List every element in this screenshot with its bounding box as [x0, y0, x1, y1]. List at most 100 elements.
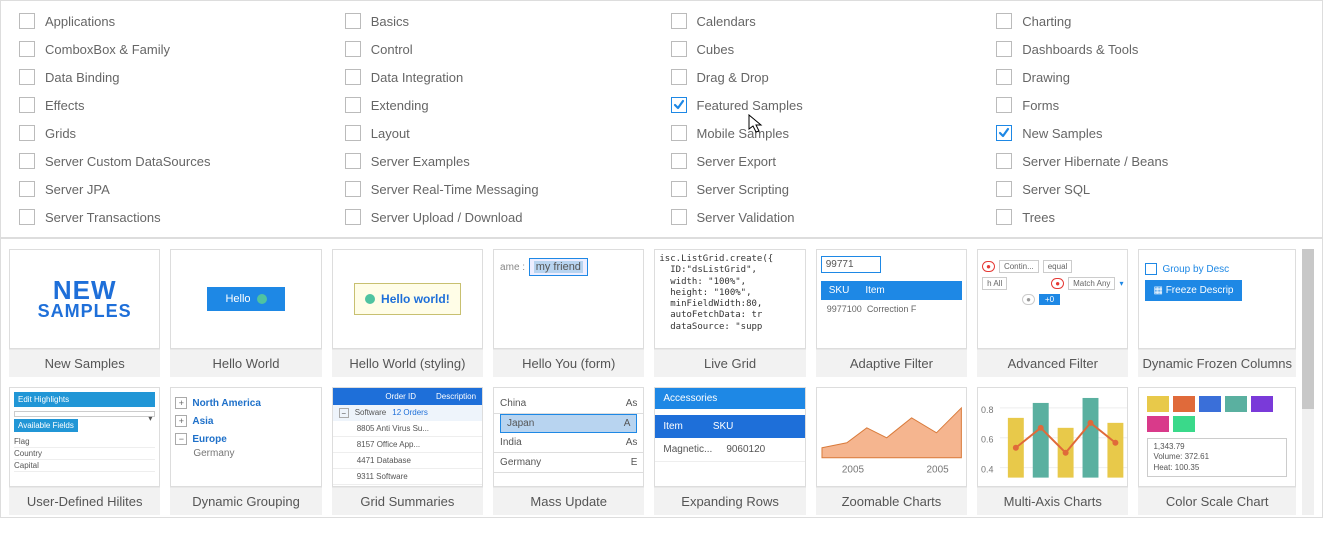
checkbox[interactable]: [19, 125, 35, 141]
category-label[interactable]: Calendars: [697, 14, 756, 29]
category-item[interactable]: Forms: [996, 97, 1312, 113]
checkbox[interactable]: [671, 125, 687, 141]
checkbox[interactable]: [345, 13, 361, 29]
tile-grid-summaries[interactable]: Order IDDescription −Software12 Orders 8…: [332, 387, 483, 515]
category-label[interactable]: Data Binding: [45, 70, 119, 85]
category-item[interactable]: Drag & Drop: [671, 69, 987, 85]
checkbox[interactable]: [996, 153, 1012, 169]
category-item[interactable]: Server Real-Time Messaging: [345, 181, 661, 197]
checkbox[interactable]: [671, 153, 687, 169]
category-label[interactable]: ComboxBox & Family: [45, 42, 170, 57]
tile-hello-you-form[interactable]: ame : my friend Hello You (form): [493, 249, 644, 377]
category-label[interactable]: Layout: [371, 126, 410, 141]
category-label[interactable]: Server Export: [697, 154, 776, 169]
category-label[interactable]: New Samples: [1022, 126, 1102, 141]
category-label[interactable]: Control: [371, 42, 413, 57]
scrollbar-thumb[interactable]: [1302, 249, 1314, 409]
checkbox[interactable]: [996, 69, 1012, 85]
tile-hello-world-styling[interactable]: Hello world! Hello World (styling): [332, 249, 483, 377]
category-label[interactable]: Drag & Drop: [697, 70, 769, 85]
category-item[interactable]: Server JPA: [19, 181, 335, 197]
category-item[interactable]: Charting: [996, 13, 1312, 29]
category-item[interactable]: Drawing: [996, 69, 1312, 85]
tile-expanding-rows[interactable]: Accessories ItemSKU Magnetic...9060120 E…: [654, 387, 805, 515]
checkbox[interactable]: [19, 153, 35, 169]
category-label[interactable]: Mobile Samples: [697, 126, 790, 141]
checkbox[interactable]: [996, 125, 1012, 141]
category-label[interactable]: Server Scripting: [697, 182, 789, 197]
category-item[interactable]: Server Validation: [671, 209, 987, 225]
category-label[interactable]: Server Custom DataSources: [45, 154, 210, 169]
category-item[interactable]: Cubes: [671, 41, 987, 57]
tile-mass-update[interactable]: ChinaAs JapanA IndiaAs GermanyE Mass Upd…: [493, 387, 644, 515]
category-label[interactable]: Server Upload / Download: [371, 210, 523, 225]
category-label[interactable]: Server Examples: [371, 154, 470, 169]
category-item[interactable]: Calendars: [671, 13, 987, 29]
category-item[interactable]: Server Hibernate / Beans: [996, 153, 1312, 169]
category-item[interactable]: Server Examples: [345, 153, 661, 169]
checkbox[interactable]: [345, 181, 361, 197]
tile-color-scale-chart[interactable]: 1,343.79 Volume: 372.61 Heat: 100.35 Col…: [1138, 387, 1296, 515]
checkbox[interactable]: [345, 125, 361, 141]
checkbox[interactable]: [345, 41, 361, 57]
category-item[interactable]: Server Custom DataSources: [19, 153, 335, 169]
checkbox[interactable]: [996, 97, 1012, 113]
checkbox[interactable]: [671, 209, 687, 225]
checkbox[interactable]: [671, 97, 687, 113]
tile-dynamic-frozen-columns[interactable]: Group by Desc ▦ Freeze Descrip Dynamic F…: [1138, 249, 1296, 377]
category-label[interactable]: Featured Samples: [697, 98, 803, 113]
tile-advanced-filter[interactable]: ●Contin...equal h All●Match Any▾ ●+0 Adv…: [977, 249, 1128, 377]
tile-zoomable-charts[interactable]: 2005 2005 Zoomable Charts: [816, 387, 967, 515]
category-item[interactable]: Effects: [19, 97, 335, 113]
category-label[interactable]: Data Integration: [371, 70, 464, 85]
checkbox[interactable]: [19, 69, 35, 85]
category-item[interactable]: Basics: [345, 13, 661, 29]
checkbox[interactable]: [996, 13, 1012, 29]
tile-multi-axis-charts[interactable]: 0.8 0.6 0.4: [977, 387, 1128, 515]
category-label[interactable]: Server Hibernate / Beans: [1022, 154, 1168, 169]
checkbox[interactable]: [19, 97, 35, 113]
category-item[interactable]: Control: [345, 41, 661, 57]
category-item[interactable]: New Samples: [996, 125, 1312, 141]
checkbox[interactable]: [345, 209, 361, 225]
tile-user-defined-hilites[interactable]: Edit Highlights ▾ Available Fields Flag …: [9, 387, 160, 515]
category-item[interactable]: Data Binding: [19, 69, 335, 85]
category-item[interactable]: Data Integration: [345, 69, 661, 85]
tile-hello-world[interactable]: Hello Hello World: [170, 249, 321, 377]
checkbox[interactable]: [19, 13, 35, 29]
tile-new-samples[interactable]: NEW SAMPLES New Samples: [9, 249, 160, 377]
category-label[interactable]: Extending: [371, 98, 429, 113]
category-item[interactable]: Server Scripting: [671, 181, 987, 197]
category-item[interactable]: Server Upload / Download: [345, 209, 661, 225]
category-label[interactable]: Charting: [1022, 14, 1071, 29]
category-label[interactable]: Server Validation: [697, 210, 795, 225]
tile-dynamic-grouping[interactable]: +North America +Asia −Europe Germany Dyn…: [170, 387, 321, 515]
checkbox[interactable]: [996, 181, 1012, 197]
category-item[interactable]: Extending: [345, 97, 661, 113]
category-label[interactable]: Effects: [45, 98, 85, 113]
category-item[interactable]: Mobile Samples: [671, 125, 987, 141]
checkbox[interactable]: [345, 97, 361, 113]
checkbox[interactable]: [996, 209, 1012, 225]
checkbox[interactable]: [345, 69, 361, 85]
checkbox[interactable]: [671, 13, 687, 29]
category-label[interactable]: Forms: [1022, 98, 1059, 113]
checkbox[interactable]: [19, 209, 35, 225]
checkbox[interactable]: [345, 153, 361, 169]
tile-live-grid[interactable]: isc.ListGrid.create({ ID:"dsListGrid", w…: [654, 249, 805, 377]
category-label[interactable]: Server JPA: [45, 182, 110, 197]
category-item[interactable]: Server SQL: [996, 181, 1312, 197]
category-label[interactable]: Server Transactions: [45, 210, 161, 225]
category-label[interactable]: Dashboards & Tools: [1022, 42, 1138, 57]
category-item[interactable]: Applications: [19, 13, 335, 29]
checkbox[interactable]: [19, 181, 35, 197]
checkbox[interactable]: [671, 41, 687, 57]
tile-adaptive-filter[interactable]: 99771 SKUItem 9977100 Correction F Adapt…: [816, 249, 967, 377]
category-item[interactable]: Dashboards & Tools: [996, 41, 1312, 57]
category-item[interactable]: ComboxBox & Family: [19, 41, 335, 57]
category-item[interactable]: Trees: [996, 209, 1312, 225]
category-label[interactable]: Basics: [371, 14, 409, 29]
category-label[interactable]: Cubes: [697, 42, 735, 57]
category-label[interactable]: Server SQL: [1022, 182, 1090, 197]
checkbox[interactable]: [671, 69, 687, 85]
